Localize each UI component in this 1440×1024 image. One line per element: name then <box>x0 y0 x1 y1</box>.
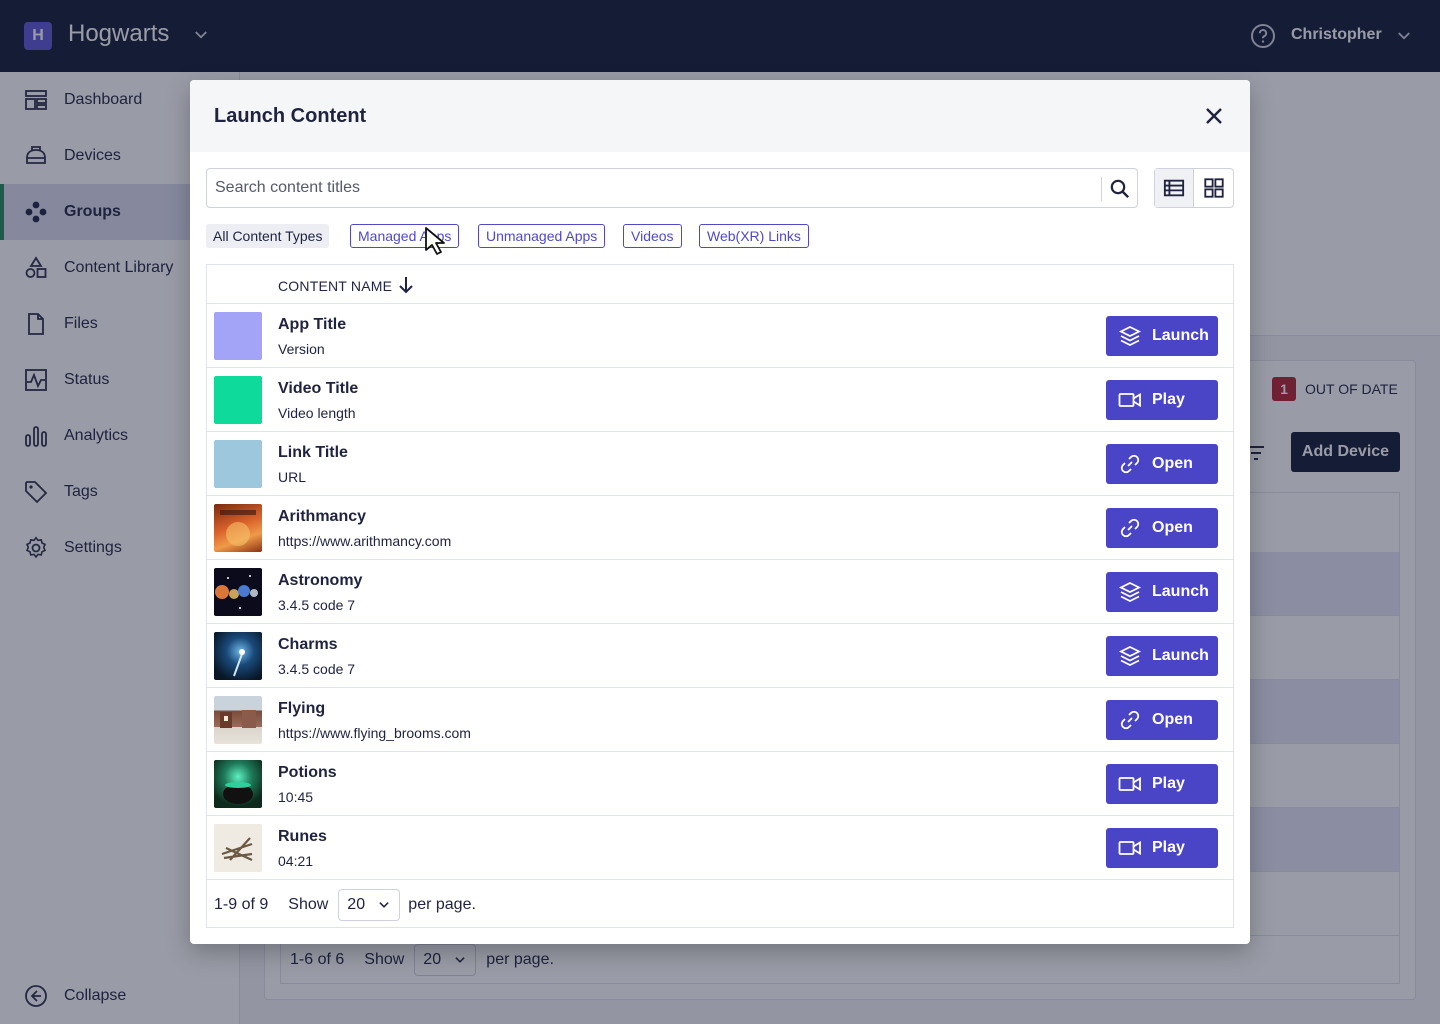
action-label: Play <box>1152 839 1185 856</box>
content-pagination: 1-9 of 9 Show 20 per page. <box>214 889 476 921</box>
column-header-content-name[interactable]: CONTENT NAME <box>278 278 392 294</box>
layers-icon <box>1118 325 1142 347</box>
play-button[interactable]: Play <box>1106 380 1218 420</box>
wand-light-image <box>233 649 245 677</box>
filter-unmanaged-apps[interactable]: Unmanaged Apps <box>478 224 606 248</box>
content-title: Astronomy <box>278 572 363 589</box>
content-subtitle: 3.4.5 code 7 <box>278 661 356 677</box>
chevron-down-icon <box>379 902 389 908</box>
action-label: Open <box>1152 455 1193 472</box>
content-subtitle: 3.4.5 code 7 <box>278 597 356 613</box>
content-subtitle: URL <box>278 469 307 485</box>
content-title: Link Title <box>278 444 348 461</box>
pagination-show-label: Show <box>288 896 329 913</box>
astronomy-thumbnail <box>214 568 262 616</box>
link-icon <box>1120 710 1140 730</box>
open-button[interactable]: Open <box>1106 444 1218 484</box>
grid-view-icon <box>1203 178 1224 198</box>
filter-web-xr-links[interactable]: Web(XR) Links <box>699 224 809 248</box>
table-row[interactable]: Link Title URL Open <box>207 432 1233 496</box>
list-view-icon <box>1163 179 1185 197</box>
content-title: Charms <box>278 636 338 653</box>
action-label: Play <box>1152 391 1185 408</box>
action-label: Open <box>1152 711 1193 728</box>
link-icon <box>1120 518 1140 538</box>
action-label: Launch <box>1152 583 1209 600</box>
arithmancy-thumbnail <box>214 504 262 552</box>
action-label: Play <box>1152 775 1185 792</box>
content-subtitle: https://www.flying_brooms.com <box>278 725 471 741</box>
modal-title: Launch Content <box>214 105 367 127</box>
search-input[interactable] <box>207 169 1101 207</box>
view-toggle <box>1154 168 1234 208</box>
content-title: Flying <box>278 700 326 717</box>
mouse-cursor-icon <box>425 227 445 255</box>
pagination-suffix: per page. <box>408 896 476 913</box>
layers-icon <box>1118 581 1142 603</box>
filter-videos[interactable]: Videos <box>623 224 682 248</box>
sort-arrow-down-icon[interactable] <box>396 275 416 295</box>
content-subtitle: Video length <box>278 405 356 421</box>
cauldron-image <box>223 782 253 804</box>
thumbnail-placeholder <box>214 440 262 488</box>
table-row[interactable]: App Title Version Launch <box>207 304 1233 368</box>
search-icon[interactable] <box>1108 177 1132 201</box>
content-title: Runes <box>278 828 327 845</box>
content-subtitle: Version <box>278 341 325 357</box>
video-icon <box>1118 776 1141 792</box>
table-row[interactable]: Arithmancy https://www.arithmancy.com Op… <box>207 496 1233 560</box>
table-row[interactable]: Potions 10:45 Play <box>207 752 1233 816</box>
filter-all-content-types[interactable]: All Content Types <box>206 224 330 248</box>
launch-button[interactable]: Launch <box>1106 572 1218 612</box>
thumbnail-placeholder <box>214 376 262 424</box>
launch-content-modal: Launch Content All Content Types Managed… <box>190 80 1250 944</box>
modal-header: Launch Content <box>190 80 1250 152</box>
flying-thumbnail <box>214 696 262 744</box>
play-button[interactable]: Play <box>1106 764 1218 804</box>
video-icon <box>1118 392 1141 408</box>
table-row[interactable]: Astronomy 3.4.5 code 7 Launch <box>207 560 1233 624</box>
content-table: CONTENT NAME App Title Version Launch Vi… <box>206 264 1234 928</box>
thumbnail-placeholder <box>214 312 262 360</box>
close-icon[interactable] <box>1202 104 1226 128</box>
content-subtitle: 04:21 <box>278 853 314 869</box>
search-divider <box>1101 177 1102 201</box>
per-page-value: 20 <box>347 896 366 913</box>
list-view-button[interactable] <box>1155 169 1195 207</box>
table-row[interactable]: Flying https://www.flying_brooms.com Ope… <box>207 688 1233 752</box>
table-row[interactable]: Runes 04:21 Play <box>207 816 1233 880</box>
content-title: Arithmancy <box>278 508 367 525</box>
open-button[interactable]: Open <box>1106 700 1218 740</box>
table-header: CONTENT NAME <box>207 265 1233 304</box>
content-title: Video Title <box>278 380 359 397</box>
content-title: Potions <box>278 764 337 781</box>
per-page-select[interactable]: 20 <box>338 889 401 921</box>
open-button[interactable]: Open <box>1106 508 1218 548</box>
content-subtitle: https://www.arithmancy.com <box>278 533 452 549</box>
play-button[interactable]: Play <box>1106 828 1218 868</box>
launch-button[interactable]: Launch <box>1106 636 1218 676</box>
video-icon <box>1118 840 1141 856</box>
grid-view-button[interactable] <box>1194 169 1233 207</box>
link-icon <box>1120 454 1140 474</box>
launch-button[interactable]: Launch <box>1106 316 1218 356</box>
potions-thumbnail <box>214 760 262 808</box>
action-label: Launch <box>1152 647 1209 664</box>
book-cover-image <box>220 510 256 546</box>
layers-icon <box>1118 645 1142 667</box>
table-row[interactable]: Charms 3.4.5 code 7 Launch <box>207 624 1233 688</box>
action-label: Open <box>1152 519 1193 536</box>
search-box <box>206 168 1138 208</box>
content-subtitle: 10:45 <box>278 789 314 805</box>
rune-sticks-image <box>221 837 253 861</box>
street-scene-image <box>220 710 256 728</box>
table-row[interactable]: Video Title Video length Play <box>207 368 1233 432</box>
content-title: App Title <box>278 316 347 333</box>
runes-thumbnail <box>214 824 262 872</box>
action-label: Launch <box>1152 327 1209 344</box>
charms-thumbnail <box>214 632 262 680</box>
planets-image <box>215 575 258 609</box>
pagination-range: 1-9 of 9 <box>214 896 269 913</box>
